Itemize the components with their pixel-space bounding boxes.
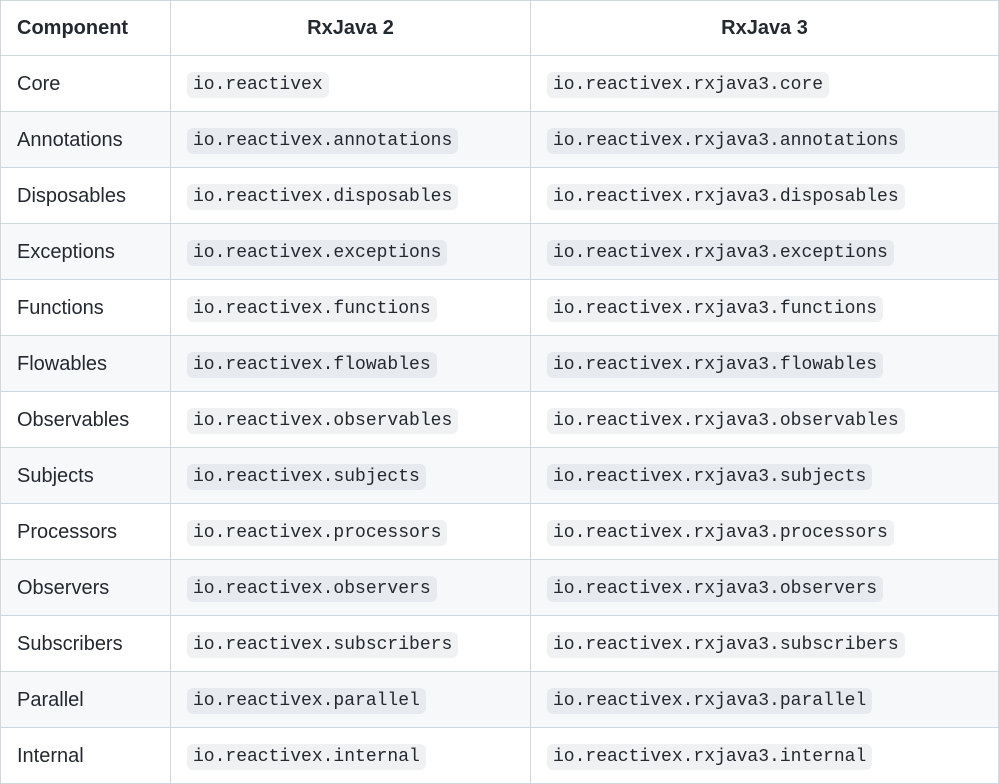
table-row: Subjects io.reactivex.subjects io.reactive…	[1, 448, 999, 504]
header-rxjava2: RxJava 2	[171, 1, 531, 56]
cell-rxjava3: io.reactivex.rxjava3.subjects	[531, 448, 999, 504]
cell-component: Parallel	[1, 672, 171, 728]
cell-component: Exceptions	[1, 224, 171, 280]
table-row: Core io.reactivex io.reactivex.rxjava3.cor…	[1, 56, 999, 112]
package-code: io.reactivex.exceptions	[187, 240, 447, 266]
table-row: Observables io.reactivex.observables io.re…	[1, 392, 999, 448]
package-code: io.reactivex.rxjava3.parallel	[547, 688, 872, 714]
cell-component: Functions	[1, 280, 171, 336]
cell-rxjava3: io.reactivex.rxjava3.core	[531, 56, 999, 112]
cell-rxjava2: io.reactivex	[171, 56, 531, 112]
package-code: io.reactivex.observables	[187, 408, 458, 434]
package-code: io.reactivex.rxjava3.observers	[547, 576, 883, 602]
package-code: io.reactivex.parallel	[187, 688, 426, 714]
cell-component: Processors	[1, 504, 171, 560]
package-code: io.reactivex.observers	[187, 576, 437, 602]
cell-rxjava3: io.reactivex.rxjava3.disposables	[531, 168, 999, 224]
header-component: Component	[1, 1, 171, 56]
table-row: Disposables io.reactivex.disposables io.re…	[1, 168, 999, 224]
package-comparison-table-container: Component RxJava 2 RxJava 3 Core io.react…	[0, 0, 999, 784]
table-row: Flowables io.reactivex.flowables io.reacti…	[1, 336, 999, 392]
package-code: io.reactivex.functions	[187, 296, 437, 322]
cell-rxjava2: io.reactivex.functions	[171, 280, 531, 336]
table-body: Core io.reactivex io.reactivex.rxjava3.cor…	[1, 56, 999, 784]
cell-rxjava3: io.reactivex.rxjava3.internal	[531, 728, 999, 784]
cell-component: Disposables	[1, 168, 171, 224]
package-code: io.reactivex.rxjava3.exceptions	[547, 240, 894, 266]
cell-rxjava3: io.reactivex.rxjava3.flowables	[531, 336, 999, 392]
cell-component: Flowables	[1, 336, 171, 392]
cell-rxjava2: io.reactivex.flowables	[171, 336, 531, 392]
package-code: io.reactivex.annotations	[187, 128, 458, 154]
cell-component: Core	[1, 56, 171, 112]
cell-rxjava3: io.reactivex.rxjava3.annotations	[531, 112, 999, 168]
cell-rxjava2: io.reactivex.subscribers	[171, 616, 531, 672]
cell-rxjava3: io.reactivex.rxjava3.observers	[531, 560, 999, 616]
table-row: Parallel io.reactivex.parallel io.reactive…	[1, 672, 999, 728]
package-code: io.reactivex.subscribers	[187, 632, 458, 658]
cell-rxjava3: io.reactivex.rxjava3.subscribers	[531, 616, 999, 672]
package-code: io.reactivex.rxjava3.processors	[547, 520, 894, 546]
cell-component: Subscribers	[1, 616, 171, 672]
package-code: io.reactivex.rxjava3.core	[547, 72, 829, 98]
table-row: Internal io.reactivex.internal io.reactive…	[1, 728, 999, 784]
table-row: Processors io.reactivex.processors io.reac…	[1, 504, 999, 560]
table-header-row: Component RxJava 2 RxJava 3	[1, 1, 999, 56]
cell-component: Observables	[1, 392, 171, 448]
cell-rxjava2: io.reactivex.internal	[171, 728, 531, 784]
table-row: Functions io.reactivex.functions io.reacti…	[1, 280, 999, 336]
package-code: io.reactivex.rxjava3.disposables	[547, 184, 905, 210]
table-header: Component RxJava 2 RxJava 3	[1, 1, 999, 56]
package-code: io.reactivex.processors	[187, 520, 447, 546]
cell-component: Annotations	[1, 112, 171, 168]
package-code: io.reactivex.disposables	[187, 184, 458, 210]
table-row: Annotations io.reactivex.annotations io.re…	[1, 112, 999, 168]
package-code: io.reactivex.rxjava3.annotations	[547, 128, 905, 154]
cell-rxjava3: io.reactivex.rxjava3.processors	[531, 504, 999, 560]
cell-rxjava2: io.reactivex.parallel	[171, 672, 531, 728]
table-row: Exceptions io.reactivex.exceptions io.reac…	[1, 224, 999, 280]
cell-component: Observers	[1, 560, 171, 616]
table-row: Observers io.reactivex.observers io.reacti…	[1, 560, 999, 616]
cell-component: Subjects	[1, 448, 171, 504]
table-row: Subscribers io.reactivex.subscribers io.re…	[1, 616, 999, 672]
cell-rxjava2: io.reactivex.disposables	[171, 168, 531, 224]
package-code: io.reactivex.rxjava3.observables	[547, 408, 905, 434]
package-code: io.reactivex.rxjava3.subscribers	[547, 632, 905, 658]
package-comparison-table: Component RxJava 2 RxJava 3 Core io.react…	[0, 0, 999, 784]
cell-rxjava2: io.reactivex.observables	[171, 392, 531, 448]
header-rxjava3: RxJava 3	[531, 1, 999, 56]
package-code: io.reactivex.rxjava3.internal	[547, 744, 872, 770]
package-code: io.reactivex.internal	[187, 744, 426, 770]
package-code: io.reactivex.flowables	[187, 352, 437, 378]
cell-rxjava3: io.reactivex.rxjava3.exceptions	[531, 224, 999, 280]
cell-rxjava2: io.reactivex.processors	[171, 504, 531, 560]
cell-rxjava2: io.reactivex.subjects	[171, 448, 531, 504]
cell-rxjava3: io.reactivex.rxjava3.functions	[531, 280, 999, 336]
package-code: io.reactivex.rxjava3.flowables	[547, 352, 883, 378]
cell-rxjava3: io.reactivex.rxjava3.parallel	[531, 672, 999, 728]
cell-component: Internal	[1, 728, 171, 784]
package-code: io.reactivex.subjects	[187, 464, 426, 490]
package-code: io.reactivex.rxjava3.subjects	[547, 464, 872, 490]
cell-rxjava3: io.reactivex.rxjava3.observables	[531, 392, 999, 448]
package-code: io.reactivex.rxjava3.functions	[547, 296, 883, 322]
package-code: io.reactivex	[187, 72, 329, 98]
cell-rxjava2: io.reactivex.exceptions	[171, 224, 531, 280]
cell-rxjava2: io.reactivex.observers	[171, 560, 531, 616]
cell-rxjava2: io.reactivex.annotations	[171, 112, 531, 168]
